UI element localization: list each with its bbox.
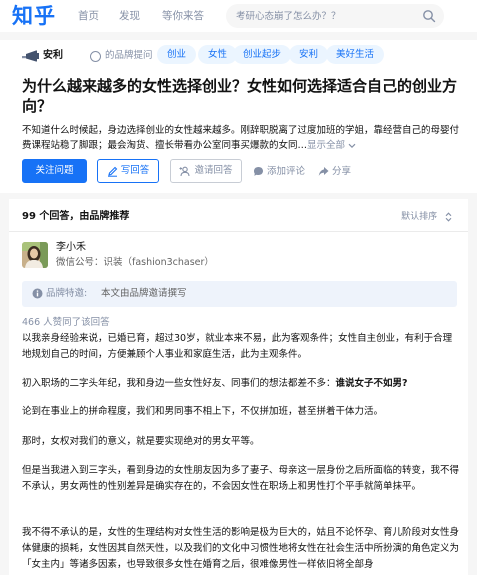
add-comment-button[interactable]: 添加评论 — [253, 165, 305, 178]
comment-icon — [254, 167, 263, 176]
answer-paragraph: 论到在事业上的拼命程度，我们和男同事不相上下，不仅拼加班，甚至拼着干体力活。 — [22, 406, 384, 417]
nav-link-waiting-answers[interactable]: 等你来答 — [162, 9, 204, 23]
answer-list-card: 99 个回答，由品牌推荐 默认排序 李小禾 微信公号：识装（fashion3ch… — [9, 199, 468, 575]
question-description: 不知道什么时候起，身边选择创业的女性越来越多。刚辞职脱离了过度加班的学姐，靠经营… — [22, 123, 462, 153]
brand-verified-icon — [90, 51, 101, 62]
show-all-link[interactable]: 显示全部 — [307, 140, 356, 151]
topic-tag[interactable]: 创业 — [157, 45, 197, 64]
answer-paragraph: 但是当我进入到三字头，看到身边的女性朋友因为多了妻子、母亲这一层身份之后所面临的… — [22, 465, 460, 492]
author-name[interactable]: 李小禾 — [56, 241, 86, 255]
zhihu-logo[interactable]: 知乎 — [12, 4, 56, 28]
search-icon[interactable] — [422, 9, 436, 23]
answer-count: 99 个回答，由品牌推荐 — [22, 211, 130, 222]
search-input[interactable] — [226, 4, 416, 28]
vote-count: 466 人赞同了该回答 — [22, 317, 110, 328]
brand-logo-icon — [22, 50, 39, 62]
nav-link-discover[interactable]: 发现 — [119, 9, 140, 23]
answer-paragraph: 那时，女权对我们的意义，就是要实现绝对的男女平等。 — [22, 436, 260, 447]
nav-link-home[interactable]: 首页 — [78, 9, 99, 23]
avatar[interactable] — [22, 242, 48, 268]
brand-question-label: 的品牌提问 — [105, 50, 153, 61]
follow-question-button[interactable]: 关注问题 — [22, 159, 87, 183]
sort-dropdown[interactable]: 默认排序 — [401, 210, 452, 224]
bold-phrase: 谁说女子不如男? — [335, 378, 408, 389]
avatar-photo — [22, 242, 48, 268]
search-box — [226, 4, 444, 28]
question-header: 安利 的品牌提问 创业 女性 创业起步 安利 美好生活 为什么越来越多的女性选择… — [0, 40, 477, 193]
invite-answer-button[interactable]: 邀请回答 — [170, 159, 242, 183]
share-button[interactable]: 分享 — [318, 165, 351, 178]
chevron-down-icon — [348, 143, 356, 148]
share-icon — [318, 167, 329, 176]
answer-paragraph: 初入职场的二字头年纪，我和身边一些女性好友、同事们的想法都差不多：谁说女子不如男… — [22, 378, 408, 389]
brand-name[interactable]: 安利 — [43, 49, 63, 63]
question-title: 为什么越来越多的女性选择创业？女性如何选择适合自己的创业方向？ — [22, 77, 458, 115]
top-navigation-bar: 知乎 首页 发现 等你来答 — [0, 0, 477, 32]
topic-tag[interactable]: 美好生活 — [326, 45, 385, 64]
pen-icon — [107, 166, 118, 177]
sort-arrows-icon — [445, 211, 452, 222]
topic-tag[interactable]: 安利 — [289, 45, 329, 64]
author-headline: 微信公号：识装（fashion3chaser） — [56, 257, 214, 268]
info-icon — [32, 288, 43, 299]
notice-label: 品牌特邀: — [46, 288, 88, 299]
answer-paragraph: 我不得不承认的是，女性的生理结构对女性生活的影响是极为巨大的，姑且不论怀孕、育儿… — [22, 527, 460, 570]
brand-invite-notice: 品牌特邀: 本文由品牌邀请撰写 — [22, 281, 457, 307]
add-user-icon — [179, 166, 191, 176]
write-answer-button[interactable]: 写回答 — [97, 159, 159, 183]
card-divider — [9, 231, 468, 232]
answer-paragraph: 以我亲身经验来说，已婚已育，超过30岁，就业本来不易，此为客观条件；女性自主创业… — [22, 333, 453, 360]
question-description-text: 不知道什么时候起，身边选择创业的女性越来越多。刚辞职脱离了过度加班的学姐，靠经营… — [22, 125, 460, 151]
notice-text: 本文由品牌邀请撰写 — [101, 288, 187, 299]
topic-tag[interactable]: 创业起步 — [233, 45, 292, 64]
topic-tag[interactable]: 女性 — [198, 45, 238, 64]
